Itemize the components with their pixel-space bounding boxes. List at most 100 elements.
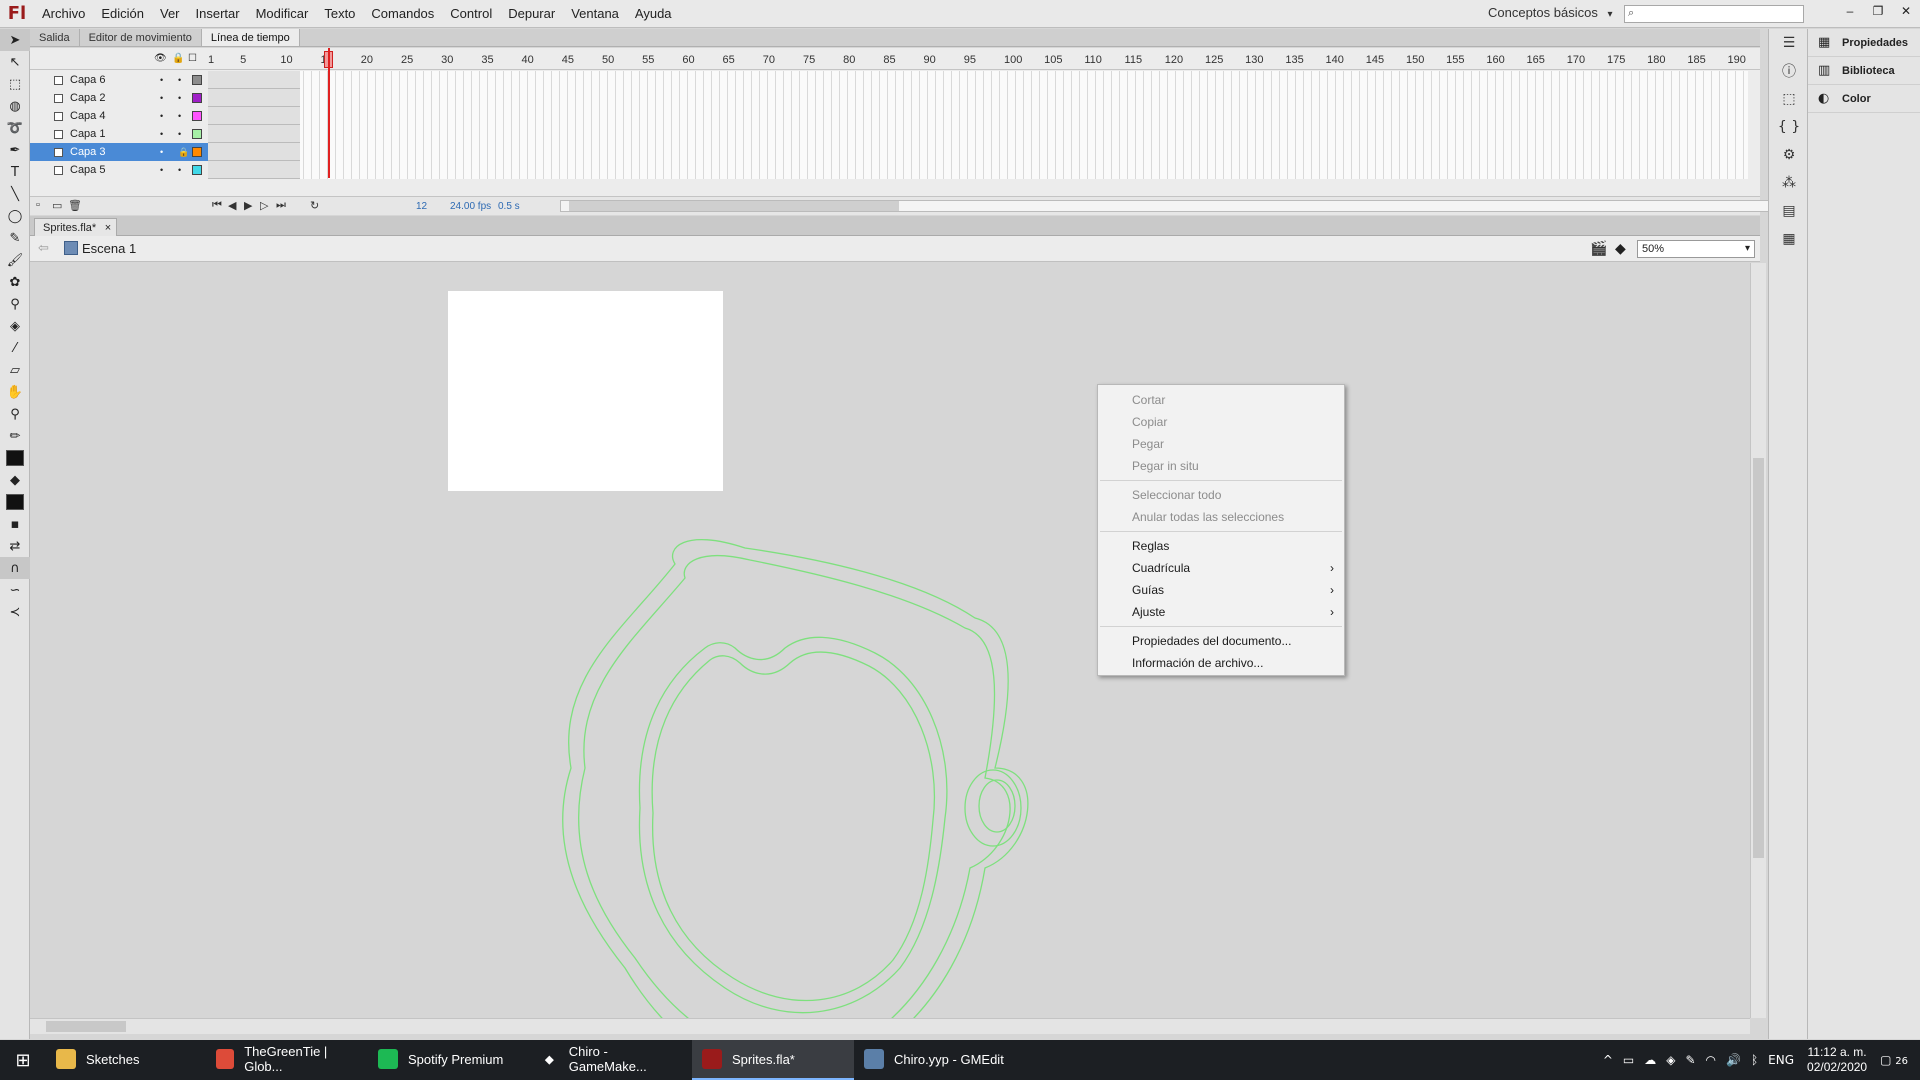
line-tool-icon[interactable]: ╲ (0, 183, 30, 205)
layer-outline-color[interactable] (192, 111, 202, 121)
menu-item[interactable]: Comandos (363, 0, 442, 28)
straighten-icon[interactable]: ≺ (0, 601, 30, 623)
taskbar-item[interactable]: Spotify Premium (368, 1040, 530, 1080)
close-button[interactable]: ✕ (1892, 0, 1920, 22)
layer-row[interactable]: Capa 2 • • (30, 89, 210, 107)
selection-tool-icon[interactable]: ➤ (0, 29, 30, 51)
color-panel-tab[interactable]: ◐ Color (1808, 85, 1920, 113)
layer-row[interactable]: Capa 1 • • (30, 125, 210, 143)
delete-layer-icon[interactable]: 🗑 (68, 199, 82, 212)
context-menu-item[interactable]: Información de archivo... (1098, 652, 1344, 674)
paint-bucket-tool-icon[interactable]: ◈ (0, 315, 30, 337)
visibility-dot-icon[interactable]: • (160, 75, 163, 85)
menu-item[interactable]: Depurar (500, 0, 563, 28)
layer-row[interactable]: Capa 3 • 🔒 (30, 143, 210, 161)
context-menu-item[interactable]: Guías › (1098, 579, 1344, 601)
frame-rate[interactable]: 24.00 fps (450, 201, 491, 212)
layer-outline-color[interactable] (192, 93, 202, 103)
layer-row[interactable]: Capa 5 • • (30, 161, 210, 179)
volume-icon[interactable]: 🔊 (1721, 1053, 1746, 1067)
menu-item[interactable]: Texto (316, 0, 363, 28)
go-last-icon[interactable]: ⏭ (276, 199, 286, 212)
3d-rotation-tool-icon[interactable]: ◍ (0, 95, 30, 117)
visibility-dot-icon[interactable]: • (160, 147, 163, 157)
lock-dot-icon[interactable]: • (178, 93, 181, 103)
subselection-tool-icon[interactable]: ↖ (0, 51, 30, 73)
lock-dot-icon[interactable]: • (178, 129, 181, 139)
history-icon[interactable]: ▦ (1769, 225, 1809, 253)
oval-tool-icon[interactable]: ◯ (0, 205, 30, 227)
transform-icon[interactable]: ⬚ (1769, 85, 1809, 113)
layer-row[interactable]: Capa 4 • • (30, 107, 210, 125)
library-panel-tab[interactable]: ▥ Biblioteca (1808, 57, 1920, 85)
pen-tool-icon[interactable]: ✒ (0, 139, 30, 161)
zoom-tool-icon[interactable]: ⚲ (0, 403, 30, 425)
outline-icon[interactable]: ☐ (188, 53, 197, 64)
elapsed-time[interactable]: 0.5 s (498, 201, 520, 212)
deco-tool-icon[interactable]: ✿ (0, 271, 30, 293)
visibility-dot-icon[interactable]: • (160, 111, 163, 121)
taskbar-item[interactable]: Chiro.yyp - GMEdit (854, 1040, 1016, 1080)
menu-item[interactable]: Control (442, 0, 500, 28)
fill-color-swatch[interactable] (5, 494, 24, 510)
components-icon[interactable]: ⚙ (1769, 141, 1809, 169)
keyframe-span[interactable] (208, 89, 300, 107)
play-icon[interactable]: ▶ (244, 199, 252, 212)
vertical-scrollbar[interactable] (1750, 263, 1766, 1018)
brush-tool-icon[interactable]: 🖌 (0, 249, 30, 271)
cloud-icon[interactable]: ☁ (1639, 1053, 1661, 1067)
bone-tool-icon[interactable]: ⚲ (0, 293, 30, 315)
zoom-select[interactable]: 50% ▾ (1637, 240, 1755, 258)
layer-outline-color[interactable] (192, 129, 202, 139)
lock-dot-icon[interactable]: • (178, 75, 181, 85)
go-first-icon[interactable]: ⏮ (212, 199, 222, 212)
menu-item[interactable]: Ayuda (627, 0, 680, 28)
keyframe-span[interactable] (208, 125, 300, 143)
eyedropper-tool-icon[interactable]: ⁄ (0, 337, 30, 359)
current-frame[interactable]: 12 (416, 201, 427, 212)
context-menu-item[interactable]: Reglas (1098, 535, 1344, 557)
minimize-button[interactable]: – (1836, 0, 1864, 22)
visibility-dot-icon[interactable]: • (160, 165, 163, 175)
layer-outline-color[interactable] (192, 165, 202, 175)
default-colors-icon[interactable]: ▪ (0, 513, 30, 535)
search-input[interactable]: ⌕ (1624, 5, 1804, 23)
keyframe-span[interactable] (208, 161, 300, 179)
eye-icon[interactable]: 👁 (154, 53, 167, 64)
wifi-icon[interactable]: ◠ (1701, 1053, 1721, 1067)
snap-magnet-icon[interactable]: ∩ (0, 557, 30, 579)
info-icon[interactable]: ⓘ (1769, 57, 1809, 85)
taskbar-item[interactable]: Sprites.fla* (692, 1040, 854, 1080)
lock-dot-icon[interactable]: 🔒 (178, 147, 189, 158)
tab-editor-de-movimiento[interactable]: Editor de movimiento (80, 29, 202, 46)
new-layer-icon[interactable]: ▫ (36, 199, 40, 211)
playhead[interactable] (328, 48, 330, 178)
taskbar-item[interactable]: Sketches (46, 1040, 206, 1080)
battery-icon[interactable]: ▭ (1618, 1053, 1639, 1067)
scene-panel-icon[interactable]: ▤ (1769, 197, 1809, 225)
back-arrow-icon[interactable]: ⇦ (38, 240, 49, 256)
hand-tool-icon[interactable]: ✋ (0, 381, 30, 403)
layer-outline-color[interactable] (192, 147, 202, 157)
context-menu-item[interactable]: Propiedades del documento... (1098, 630, 1344, 652)
layer-row[interactable]: Capa 6 • • (30, 71, 210, 89)
scroll-thumb[interactable] (1753, 458, 1764, 858)
keyframe-span[interactable] (208, 143, 300, 161)
free-transform-tool-icon[interactable]: ⬚ (0, 73, 30, 95)
visibility-dot-icon[interactable]: • (160, 129, 163, 139)
tab-línea-de-tiempo[interactable]: Línea de tiempo (201, 29, 300, 46)
taskbar-item[interactable]: ◆ Chiro - GameMake... (530, 1040, 692, 1080)
menu-item[interactable]: Insertar (188, 0, 248, 28)
context-menu-item[interactable]: Cuadrícula › (1098, 557, 1344, 579)
stage[interactable] (30, 263, 1766, 1018)
keyframe-span[interactable] (208, 71, 300, 89)
text-tool-icon[interactable]: T (0, 161, 30, 183)
scroll-thumb[interactable] (569, 201, 899, 211)
restore-button[interactable]: ❐ (1864, 0, 1892, 22)
align-icon[interactable]: ☰ (1769, 29, 1809, 57)
dropbox-icon[interactable]: ◈ (1661, 1053, 1680, 1067)
edit-scene-icon[interactable]: 🎬 (1590, 240, 1608, 258)
pen-icon[interactable]: ✎ (1680, 1053, 1700, 1067)
workspace-switcher[interactable]: Conceptos básicos ▾ (1488, 5, 1613, 20)
lock-icon[interactable]: 🔒 (172, 53, 184, 64)
